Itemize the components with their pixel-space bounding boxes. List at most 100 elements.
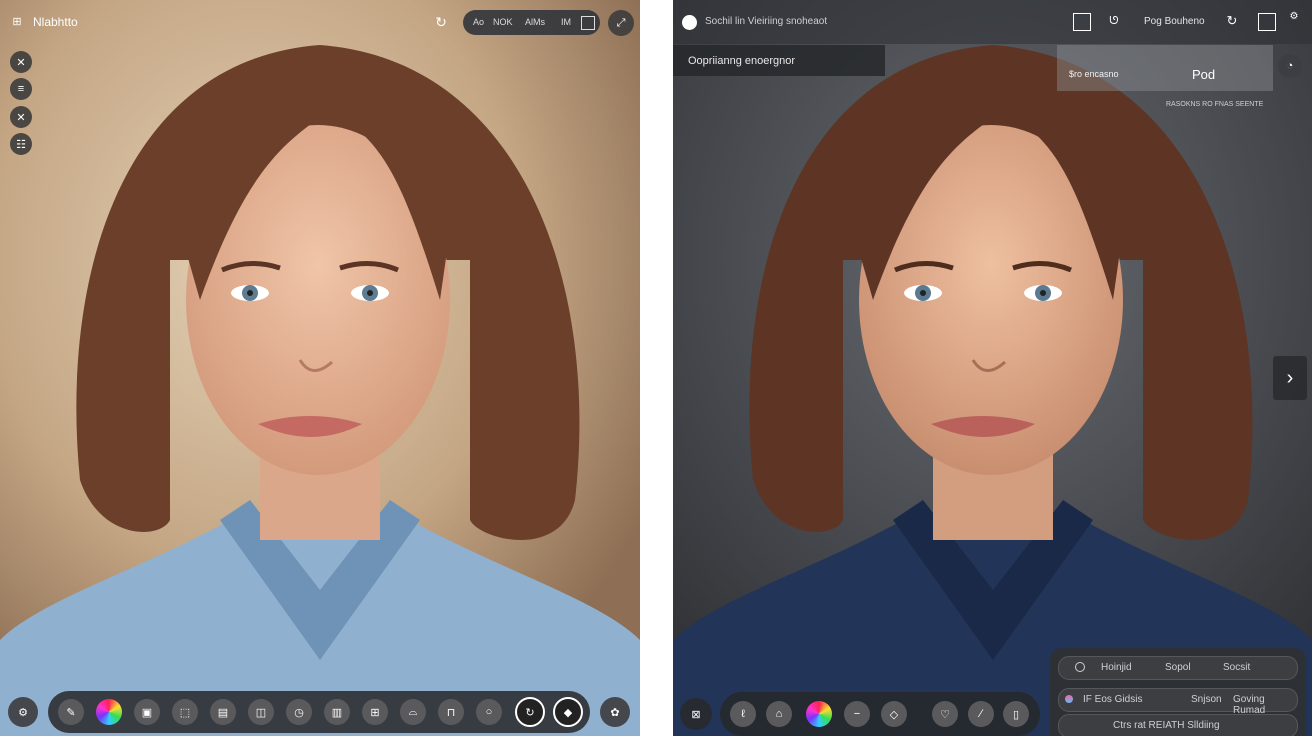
target-icon: ◆ — [563, 706, 573, 719]
panel-row-1[interactable]: Hoinjid Sopol Socsit — [1058, 656, 1298, 680]
app-title: Nlabhtto — [33, 15, 78, 29]
panel-row-2[interactable]: IF Eos Gidsis Snjson Goving Rumad — [1058, 688, 1298, 716]
crop-icon: ⌓ — [408, 705, 418, 718]
panel-row-3[interactable]: Ctrs rat REIATH Slldiing — [1058, 714, 1298, 736]
after-pane: Sochil lin Vieiriing snoheaot ᘎ Pog Bouh… — [673, 0, 1312, 736]
mushroom-icon: ⌂ — [775, 708, 783, 720]
window-icon[interactable] — [1258, 13, 1276, 31]
dock-image[interactable]: ▣ — [134, 699, 160, 725]
cloud-icon[interactable] — [682, 15, 697, 30]
image-icon: ▣ — [141, 706, 153, 719]
refresh-icon[interactable]: ↻ — [1224, 13, 1240, 29]
list-icon: ☷ — [16, 138, 26, 151]
pane-divider — [640, 0, 673, 736]
dock-right-flower[interactable]: ✿ — [600, 697, 630, 727]
dock-target[interactable]: ◆ — [553, 697, 583, 727]
expand-button[interactable]: ⤢ — [608, 10, 634, 36]
portrait-photo-before — [0, 0, 640, 736]
header-title: Sochil lin Vieiriing snoheaot — [705, 16, 828, 27]
before-dock: ✎ ▣ ⬚ ▤ ◫ ◷ ▥ ⊞ ⌓ ⊓ ○ ↻ ◆ — [48, 691, 590, 733]
dock-panel[interactable]: ▥ — [324, 699, 350, 725]
swatch-icon — [1065, 695, 1073, 703]
dock-crop[interactable]: ⌓ — [400, 699, 426, 725]
pill-item-1[interactable]: Ao — [473, 17, 484, 27]
settings-icon: ⚙ — [18, 706, 28, 719]
dock-minus[interactable]: − — [844, 701, 870, 727]
dock-zoom[interactable]: ○ — [476, 699, 502, 725]
info-icon: ◔ — [1286, 60, 1294, 72]
dock-frame[interactable]: ⬚ — [172, 699, 198, 725]
dock-split[interactable]: ◫ — [248, 699, 274, 725]
dock-brush[interactable]: ℓ — [730, 701, 756, 727]
pill-item-3[interactable]: AlMs — [525, 17, 545, 27]
info-button[interactable]: ◔ — [1278, 54, 1302, 78]
side-tool-close-2[interactable]: ✕ — [10, 106, 32, 128]
visibility-icon: ◇ — [889, 708, 899, 721]
close-icon: ✕ — [16, 56, 26, 69]
mask-icon: ⊠ — [691, 708, 701, 721]
brush-icon: ℓ — [741, 708, 745, 720]
panel-row-1-col-1: Hoinjid — [1101, 662, 1132, 673]
dock-layout[interactable]: ▤ — [210, 699, 236, 725]
dock-pen[interactable]: ✎ — [58, 699, 84, 725]
panel-row-3-col-1: Ctrs rat REIATH Slldiing — [1113, 720, 1220, 731]
hook-icon[interactable]: ᘎ — [1106, 13, 1122, 29]
dock-timer[interactable]: ◷ — [286, 699, 312, 725]
dock-color-wheel[interactable] — [96, 699, 122, 725]
before-pane: ⊞ Nlabhtto ↻ Ao NOK AlMs IM ⤢ ✕ ≡ ✕ ☷ ⚙ … — [0, 0, 640, 736]
panel-row-2-col-3: Goving Rumad — [1233, 694, 1266, 716]
pill-item-2[interactable]: NOK — [493, 17, 513, 27]
before-top-bar: ⊞ Nlabhtto ↻ Ao NOK AlMs IM ⤢ — [0, 0, 640, 44]
minus-icon: − — [853, 708, 861, 720]
side-tool-list[interactable]: ☷ — [10, 133, 32, 155]
side-tool-menu[interactable]: ≡ — [10, 78, 32, 100]
panel-icon: ▥ — [331, 706, 343, 719]
panel-row-1-col-3: Socsit — [1223, 662, 1251, 673]
grid-icon: ⊞ — [370, 706, 380, 719]
dock-color-wheel[interactable] — [806, 701, 832, 727]
panel-row-1-col-2: Sopol — [1165, 662, 1191, 673]
preset-card[interactable]: $ro encasno Pod — [1057, 45, 1273, 91]
flower-icon: ✿ — [610, 706, 620, 719]
next-arrow-button[interactable]: › — [1273, 356, 1307, 400]
grid-icon[interactable]: ⊞ — [10, 14, 24, 28]
pill-item-4[interactable]: IM — [561, 17, 571, 27]
dock-left-tool[interactable]: ⊠ — [680, 698, 712, 730]
dock-bar[interactable]: ▯ — [1003, 701, 1029, 727]
panel-row-2-col-1: IF Eos Gidsis — [1083, 694, 1143, 705]
square-icon[interactable] — [1073, 13, 1091, 31]
frame-icon: ⬚ — [179, 706, 191, 719]
expand-icon: ⤢ — [616, 16, 626, 29]
dropdown-label: Oopriianng enoergnor — [688, 55, 796, 67]
dock-refresh[interactable]: ↻ — [515, 697, 545, 727]
split-icon: ◫ — [255, 706, 267, 719]
dock-heart[interactable]: ♡ — [932, 701, 958, 727]
enhancement-dropdown[interactable]: Oopriianng enoergnor — [673, 45, 885, 76]
pen-icon: ✎ — [66, 706, 76, 719]
bar-icon: ▯ — [1012, 708, 1020, 721]
adjustment-panel: Hoinjid Sopol Socsit IF Eos Gidsis Snjso… — [1050, 648, 1306, 736]
header-action[interactable]: Pog Bouheno — [1144, 16, 1205, 27]
circle-icon[interactable] — [581, 16, 595, 30]
after-dock: ℓ ⌂ − ◇ ♡ ∕ ▯ — [720, 692, 1040, 736]
adjust-icon: ⊓ — [446, 706, 456, 719]
chevron-right-icon: › — [1286, 366, 1294, 389]
side-tool-close[interactable]: ✕ — [10, 51, 32, 73]
dock-visibility[interactable]: ◇ — [881, 701, 907, 727]
dock-grid[interactable]: ⊞ — [362, 699, 388, 725]
slash-icon: ∕ — [980, 708, 982, 720]
refresh-icon[interactable]: ↻ — [432, 13, 450, 31]
dock-left-settings[interactable]: ⚙ — [8, 697, 38, 727]
after-top-bar: Sochil lin Vieiriing snoheaot ᘎ Pog Bouh… — [673, 0, 1312, 44]
dock-slash[interactable]: ∕ — [968, 701, 994, 727]
layout-icon: ▤ — [217, 706, 229, 719]
settings-icon[interactable]: ⚙ — [1287, 9, 1301, 23]
menu-icon: ≡ — [17, 83, 25, 95]
dock-mushroom[interactable]: ⌂ — [766, 701, 792, 727]
timer-icon: ◷ — [294, 706, 304, 719]
portrait-photo-after — [673, 0, 1312, 736]
heart-icon: ♡ — [940, 708, 950, 721]
radio-icon — [1075, 662, 1085, 672]
dock-adjust[interactable]: ⊓ — [438, 699, 464, 725]
preset-caption: RASOKNS RO FNAS SEENTE — [1166, 101, 1264, 108]
